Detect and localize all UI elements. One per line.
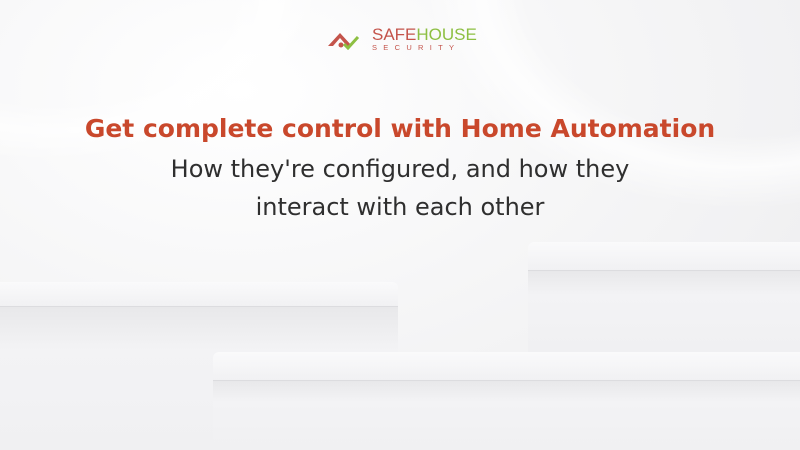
subheadline-line-2: interact with each other xyxy=(255,193,545,221)
safehouse-logo: SAFEHOUSE SECURITY xyxy=(326,26,477,52)
subheadline-line-1: How they're configured, and how they xyxy=(170,155,630,183)
house-check-icon xyxy=(328,32,360,50)
logo-tagline: SECURITY xyxy=(372,43,461,52)
headline: Get complete control with Home Automatio… xyxy=(84,114,716,143)
logo-word-house: HOUSE xyxy=(416,25,477,44)
podium-right xyxy=(528,242,800,352)
logo-word-safe: SAFE xyxy=(372,25,417,44)
podium-front xyxy=(213,352,800,450)
